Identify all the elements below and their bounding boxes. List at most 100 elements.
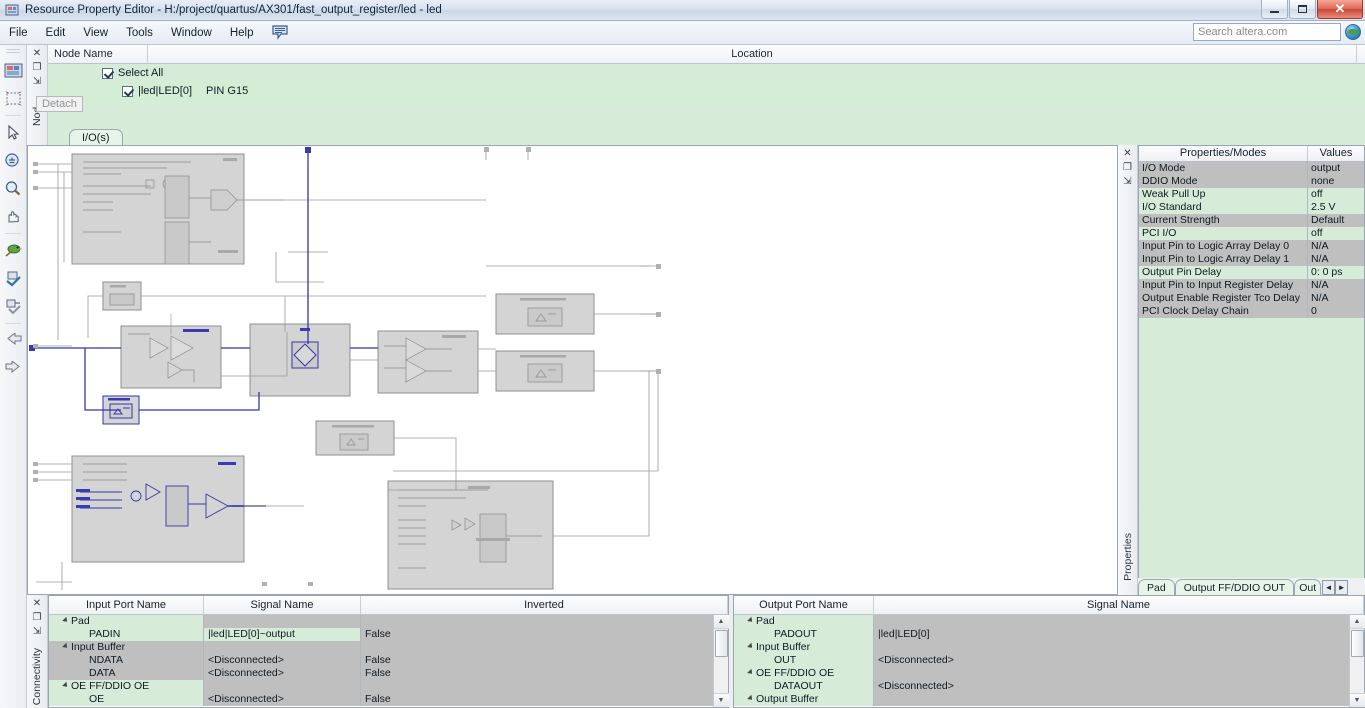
select-all-checkbox[interactable] bbox=[102, 67, 113, 79]
property-value: Default bbox=[1311, 214, 1345, 226]
comment-bubble-icon[interactable] bbox=[269, 24, 291, 42]
table-row[interactable]: I/O Standard 2.5 V bbox=[1139, 201, 1364, 214]
table-row[interactable]: Output Pin Delay 0: 0 ps bbox=[1139, 266, 1364, 279]
table-row[interactable]: OE <Disconnected> False bbox=[49, 693, 728, 706]
table-row[interactable]: OUT <Disconnected> bbox=[734, 654, 1364, 667]
table-row[interactable]: PCI I/O off bbox=[1139, 227, 1364, 240]
menu-view[interactable]: View bbox=[74, 24, 117, 42]
properties-close-icon[interactable]: ✕ bbox=[1123, 148, 1131, 159]
col-output-port-name[interactable]: Output Port Name bbox=[734, 596, 874, 615]
highlight-fanin-icon[interactable] bbox=[2, 266, 25, 291]
table-row[interactable]: |led|LED[0] PIN G15 bbox=[48, 82, 1365, 100]
input-table-scrollbar[interactable]: ▲ ▼ bbox=[713, 615, 729, 707]
expand-triangle-icon[interactable] bbox=[747, 616, 755, 624]
zoom-in-out-icon[interactable] bbox=[2, 148, 25, 173]
arrow-left-icon[interactable] bbox=[2, 328, 25, 353]
tab-ios[interactable]: I/O(s) bbox=[69, 129, 123, 145]
menu-window[interactable]: Window bbox=[162, 24, 221, 42]
col-values[interactable]: Values bbox=[1308, 146, 1364, 161]
connectivity-restore-icon[interactable]: ❐ bbox=[33, 612, 42, 623]
property-name: PCI Clock Delay Chain bbox=[1139, 305, 1308, 318]
port-name: NDATA bbox=[49, 654, 204, 667]
col-properties-modes[interactable]: Properties/Modes bbox=[1139, 146, 1308, 161]
connectivity-pin-icon[interactable]: ⇲ bbox=[33, 626, 41, 637]
hand-pan-icon[interactable] bbox=[2, 204, 25, 229]
arrow-right-icon[interactable] bbox=[2, 356, 25, 381]
highlight-fanout-icon[interactable] bbox=[2, 294, 25, 319]
expand-triangle-icon[interactable] bbox=[747, 694, 755, 702]
menu-tools[interactable]: Tools bbox=[117, 24, 162, 42]
table-row[interactable]: PADIN |led|LED[0]~output False bbox=[49, 628, 728, 641]
col-inverted[interactable]: Inverted bbox=[361, 596, 728, 615]
table-row[interactable]: Pad bbox=[49, 615, 728, 628]
node-close-icon[interactable]: ✕ bbox=[33, 48, 41, 59]
close-button[interactable]: ✕ bbox=[1317, 0, 1363, 19]
output-table-scrollbar[interactable]: ▲ ▼ bbox=[1349, 615, 1365, 707]
tab-scroll-left-button[interactable]: ◄ bbox=[1322, 580, 1336, 595]
tab-output-truncated[interactable]: Out bbox=[1294, 579, 1322, 595]
toolbar-grip[interactable] bbox=[6, 49, 20, 55]
table-row[interactable]: Input Pin to Input Register Delay N/A bbox=[1139, 279, 1364, 292]
tab-output-ff-ddio-out[interactable]: Output FF/DDIO OUT bbox=[1174, 579, 1295, 595]
table-row[interactable]: DATA <Disconnected> False bbox=[49, 667, 728, 680]
table-row[interactable]: PCI Clock Delay Chain 0 bbox=[1139, 305, 1364, 318]
property-name: I/O Mode bbox=[1139, 162, 1308, 175]
table-row[interactable]: Input Pin to Logic Array Delay 0 N/A bbox=[1139, 240, 1364, 253]
col-input-port-name[interactable]: Input Port Name bbox=[49, 596, 204, 615]
table-row[interactable]: DATAOUT <Disconnected> bbox=[734, 680, 1364, 693]
node-checkbox[interactable] bbox=[122, 85, 133, 97]
schematic-canvas[interactable] bbox=[27, 145, 1118, 595]
menu-edit[interactable]: Edit bbox=[37, 24, 75, 42]
table-row[interactable]: OE FF/DDIO OE bbox=[49, 680, 728, 693]
table-row[interactable]: Current Strength Default bbox=[1139, 214, 1364, 227]
tab-pad[interactable]: Pad bbox=[1138, 579, 1175, 595]
selection-rectangle-icon[interactable] bbox=[2, 86, 25, 111]
connectivity-close-icon[interactable]: ✕ bbox=[33, 598, 41, 609]
signal-name bbox=[204, 641, 361, 654]
properties-pin-icon[interactable]: ⇲ bbox=[1123, 176, 1131, 187]
table-row[interactable]: Output Buffer bbox=[734, 693, 1364, 706]
menu-file[interactable]: File bbox=[0, 24, 37, 42]
expand-triangle-icon[interactable] bbox=[62, 616, 70, 624]
node-panel: ✕ ❐ ⇲ Nod... Node Name Location Select A… bbox=[27, 44, 1365, 145]
expand-triangle-icon[interactable] bbox=[747, 642, 755, 650]
node-restore-icon[interactable]: ❐ bbox=[33, 62, 42, 73]
col-location[interactable]: Location bbox=[148, 44, 1357, 64]
table-row[interactable]: NDATA <Disconnected> False bbox=[49, 654, 728, 667]
table-row[interactable]: OE FF/DDIO OE bbox=[734, 667, 1364, 680]
minimize-button[interactable] bbox=[1261, 0, 1288, 19]
table-row[interactable]: Input Pin to Logic Array Delay 1 N/A bbox=[1139, 253, 1364, 266]
menu-help[interactable]: Help bbox=[221, 24, 263, 42]
table-row[interactable]: Input Buffer bbox=[49, 641, 728, 654]
node-pin-icon[interactable]: ⇲ bbox=[33, 76, 41, 87]
scroll-up-button[interactable]: ▲ bbox=[1349, 615, 1365, 629]
properties-restore-icon[interactable]: ❐ bbox=[1123, 162, 1132, 173]
globe-icon[interactable] bbox=[1345, 24, 1361, 40]
scroll-up-button[interactable]: ▲ bbox=[713, 615, 729, 629]
chip-planner-icon[interactable] bbox=[2, 58, 25, 83]
table-row-select-all[interactable]: Select All bbox=[48, 64, 1365, 82]
search-input[interactable] bbox=[1193, 23, 1341, 41]
col-node-name[interactable]: Node Name bbox=[48, 44, 148, 64]
bird-locate-icon[interactable] bbox=[2, 238, 25, 263]
expand-triangle-icon[interactable] bbox=[62, 681, 70, 689]
expand-triangle-icon[interactable] bbox=[62, 642, 70, 650]
table-row[interactable]: PADOUT |led|LED[0] bbox=[734, 628, 1364, 641]
table-row[interactable]: Output Enable Register Tco Delay N/A bbox=[1139, 292, 1364, 305]
col-output-signal-name[interactable]: Signal Name bbox=[874, 596, 1364, 615]
pointer-select-icon[interactable] bbox=[2, 120, 25, 145]
scroll-down-button[interactable]: ▼ bbox=[713, 693, 729, 707]
expand-triangle-icon[interactable] bbox=[747, 668, 755, 676]
table-row[interactable]: Input Buffer bbox=[734, 641, 1364, 654]
table-row[interactable]: Pad bbox=[734, 615, 1364, 628]
magnifier-icon[interactable] bbox=[2, 176, 25, 201]
table-row[interactable]: DDIO Mode none bbox=[1139, 175, 1364, 188]
scroll-down-button[interactable]: ▼ bbox=[1349, 693, 1365, 707]
table-row[interactable]: Weak Pull Up off bbox=[1139, 188, 1364, 201]
scroll-thumb[interactable] bbox=[714, 630, 728, 657]
col-input-signal-name[interactable]: Signal Name bbox=[204, 596, 361, 615]
table-row[interactable]: I/O Mode output bbox=[1139, 162, 1364, 175]
scroll-thumb[interactable] bbox=[1350, 630, 1364, 657]
tab-scroll-right-button[interactable]: ► bbox=[1335, 580, 1349, 595]
maximize-button[interactable] bbox=[1289, 0, 1316, 19]
